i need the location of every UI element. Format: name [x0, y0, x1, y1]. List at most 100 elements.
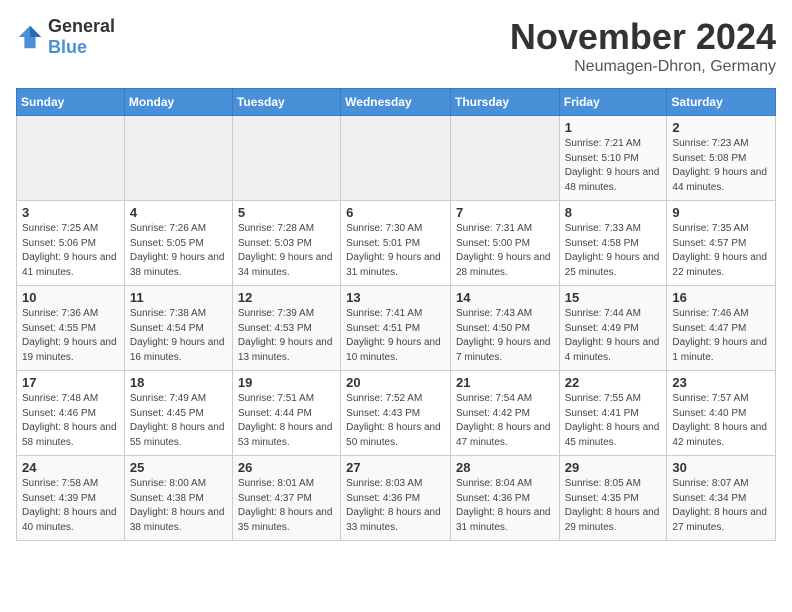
day-number: 16: [672, 290, 770, 305]
day-number: 30: [672, 460, 770, 475]
day-info: Sunrise: 7:35 AM Sunset: 4:57 PM Dayligh…: [672, 222, 770, 280]
day-number: 21: [456, 375, 554, 390]
day-number: 4: [130, 205, 227, 220]
day-info: Sunrise: 7:44 AM Sunset: 4:49 PM Dayligh…: [565, 307, 662, 365]
logo: General Blue: [16, 16, 115, 58]
calendar-cell: 9Sunrise: 7:35 AM Sunset: 4:57 PM Daylig…: [667, 201, 776, 286]
calendar-cell: 8Sunrise: 7:33 AM Sunset: 4:58 PM Daylig…: [559, 201, 667, 286]
calendar-cell: 3Sunrise: 7:25 AM Sunset: 5:06 PM Daylig…: [17, 201, 125, 286]
page-header: General Blue November 2024 Neumagen-Dhro…: [16, 16, 776, 76]
weekday-header: Saturday: [667, 89, 776, 116]
calendar-cell: 18Sunrise: 7:49 AM Sunset: 4:45 PM Dayli…: [124, 371, 232, 456]
day-info: Sunrise: 8:01 AM Sunset: 4:37 PM Dayligh…: [238, 477, 335, 535]
weekday-header: Friday: [559, 89, 667, 116]
day-info: Sunrise: 7:51 AM Sunset: 4:44 PM Dayligh…: [238, 392, 335, 450]
day-info: Sunrise: 7:26 AM Sunset: 5:05 PM Dayligh…: [130, 222, 227, 280]
calendar-table: SundayMondayTuesdayWednesdayThursdayFrid…: [16, 88, 776, 541]
day-info: Sunrise: 7:48 AM Sunset: 4:46 PM Dayligh…: [22, 392, 119, 450]
day-info: Sunrise: 7:54 AM Sunset: 4:42 PM Dayligh…: [456, 392, 554, 450]
calendar-cell: 19 Sunrise: 7:51 AM Sunset: 4:44 PM Dayli…: [232, 371, 340, 456]
calendar-cell: 22 Sunrise: 7:55 AM Sunset: 4:41 PM Dayli…: [559, 371, 667, 456]
calendar-cell: 4 Sunrise: 7:26 AM Sunset: 5:05 PM Daylig…: [124, 201, 232, 286]
day-number: 1: [565, 120, 662, 135]
day-number: 22: [565, 375, 662, 390]
day-number: 17: [22, 375, 119, 390]
calendar-cell: 20 Sunrise: 7:52 AM Sunset: 4:43 PM Dayli…: [341, 371, 451, 456]
title-section: November 2024 Neumagen-Dhron, Germany: [510, 16, 776, 76]
calendar-cell: 29Sunrise: 8:05 AM Sunset: 4:35 PM Dayli…: [559, 456, 667, 541]
day-info: Sunrise: 8:00 AM Sunset: 4:38 PM Dayligh…: [130, 477, 227, 535]
calendar-cell: 24 Sunrise: 7:58 AM Sunset: 4:39 PM Dayli…: [17, 456, 125, 541]
day-number: 20: [346, 375, 445, 390]
calendar-cell: [232, 116, 340, 201]
day-info: Sunrise: 7:58 AM Sunset: 4:39 PM Dayligh…: [22, 477, 119, 535]
calendar-cell: 30 Sunrise: 8:07 AM Sunset: 4:34 PM Dayli…: [667, 456, 776, 541]
day-number: 29: [565, 460, 662, 475]
day-number: 6: [346, 205, 445, 220]
day-number: 8: [565, 205, 662, 220]
weekday-header: Tuesday: [232, 89, 340, 116]
calendar-row: 10 Sunrise: 7:36 AM Sunset: 4:55 PM Dayli…: [17, 286, 776, 371]
calendar-cell: 25 Sunrise: 8:00 AM Sunset: 4:38 PM Dayli…: [124, 456, 232, 541]
calendar-cell: 17 Sunrise: 7:48 AM Sunset: 4:46 PM Dayli…: [17, 371, 125, 456]
weekday-header: Sunday: [17, 89, 125, 116]
logo-text-general: General: [48, 16, 115, 36]
day-info: Sunrise: 7:21 AM Sunset: 5:10 PM Dayligh…: [565, 137, 662, 195]
calendar-row: 17 Sunrise: 7:48 AM Sunset: 4:46 PM Dayli…: [17, 371, 776, 456]
day-info: Sunrise: 8:07 AM Sunset: 4:34 PM Dayligh…: [672, 477, 770, 535]
day-info: Sunrise: 7:39 AM Sunset: 4:53 PM Dayligh…: [238, 307, 335, 365]
day-info: Sunrise: 7:52 AM Sunset: 4:43 PM Dayligh…: [346, 392, 445, 450]
day-number: 27: [346, 460, 445, 475]
calendar-cell: 14 Sunrise: 7:43 AM Sunset: 4:50 PM Dayli…: [450, 286, 559, 371]
calendar-cell: 10 Sunrise: 7:36 AM Sunset: 4:55 PM Dayli…: [17, 286, 125, 371]
day-number: 7: [456, 205, 554, 220]
calendar-cell: 16 Sunrise: 7:46 AM Sunset: 4:47 PM Dayli…: [667, 286, 776, 371]
calendar-cell: [450, 116, 559, 201]
calendar-cell: 21 Sunrise: 7:54 AM Sunset: 4:42 PM Dayli…: [450, 371, 559, 456]
month-title: November 2024: [510, 16, 776, 58]
day-info: Sunrise: 7:55 AM Sunset: 4:41 PM Dayligh…: [565, 392, 662, 450]
calendar-cell: 23Sunrise: 7:57 AM Sunset: 4:40 PM Dayli…: [667, 371, 776, 456]
day-number: 25: [130, 460, 227, 475]
day-info: Sunrise: 7:46 AM Sunset: 4:47 PM Dayligh…: [672, 307, 770, 365]
calendar-row: 1 Sunrise: 7:21 AM Sunset: 5:10 PM Daylig…: [17, 116, 776, 201]
calendar-cell: [341, 116, 451, 201]
calendar-cell: 13 Sunrise: 7:41 AM Sunset: 4:51 PM Dayli…: [341, 286, 451, 371]
day-info: Sunrise: 7:57 AM Sunset: 4:40 PM Dayligh…: [672, 392, 770, 450]
calendar-cell: 27 Sunrise: 8:03 AM Sunset: 4:36 PM Dayli…: [341, 456, 451, 541]
day-info: Sunrise: 8:03 AM Sunset: 4:36 PM Dayligh…: [346, 477, 445, 535]
calendar-cell: [17, 116, 125, 201]
calendar-cell: 5 Sunrise: 7:28 AM Sunset: 5:03 PM Daylig…: [232, 201, 340, 286]
day-number: 2: [672, 120, 770, 135]
day-info: Sunrise: 7:23 AM Sunset: 5:08 PM Dayligh…: [672, 137, 770, 195]
day-info: Sunrise: 7:36 AM Sunset: 4:55 PM Dayligh…: [22, 307, 119, 365]
day-info: Sunrise: 7:28 AM Sunset: 5:03 PM Dayligh…: [238, 222, 335, 280]
calendar-cell: 12Sunrise: 7:39 AM Sunset: 4:53 PM Dayli…: [232, 286, 340, 371]
day-number: 11: [130, 290, 227, 305]
day-info: Sunrise: 7:41 AM Sunset: 4:51 PM Dayligh…: [346, 307, 445, 365]
day-number: 10: [22, 290, 119, 305]
weekday-header: Thursday: [450, 89, 559, 116]
weekday-header: Monday: [124, 89, 232, 116]
weekday-header: Wednesday: [341, 89, 451, 116]
weekday-header-row: SundayMondayTuesdayWednesdayThursdayFrid…: [17, 89, 776, 116]
calendar-row: 3Sunrise: 7:25 AM Sunset: 5:06 PM Daylig…: [17, 201, 776, 286]
calendar-cell: 2 Sunrise: 7:23 AM Sunset: 5:08 PM Daylig…: [667, 116, 776, 201]
day-number: 24: [22, 460, 119, 475]
day-number: 5: [238, 205, 335, 220]
day-number: 14: [456, 290, 554, 305]
day-info: Sunrise: 7:43 AM Sunset: 4:50 PM Dayligh…: [456, 307, 554, 365]
day-number: 15: [565, 290, 662, 305]
calendar-body: 1 Sunrise: 7:21 AM Sunset: 5:10 PM Daylig…: [17, 116, 776, 541]
calendar-row: 24 Sunrise: 7:58 AM Sunset: 4:39 PM Dayli…: [17, 456, 776, 541]
day-info: Sunrise: 7:30 AM Sunset: 5:01 PM Dayligh…: [346, 222, 445, 280]
calendar-cell: 26Sunrise: 8:01 AM Sunset: 4:37 PM Dayli…: [232, 456, 340, 541]
calendar-cell: 1 Sunrise: 7:21 AM Sunset: 5:10 PM Daylig…: [559, 116, 667, 201]
calendar-cell: 7Sunrise: 7:31 AM Sunset: 5:00 PM Daylig…: [450, 201, 559, 286]
day-info: Sunrise: 7:38 AM Sunset: 4:54 PM Dayligh…: [130, 307, 227, 365]
location-title: Neumagen-Dhron, Germany: [510, 58, 776, 76]
day-number: 19: [238, 375, 335, 390]
calendar-cell: 6 Sunrise: 7:30 AM Sunset: 5:01 PM Daylig…: [341, 201, 451, 286]
day-number: 13: [346, 290, 445, 305]
calendar-cell: 11 Sunrise: 7:38 AM Sunset: 4:54 PM Dayli…: [124, 286, 232, 371]
